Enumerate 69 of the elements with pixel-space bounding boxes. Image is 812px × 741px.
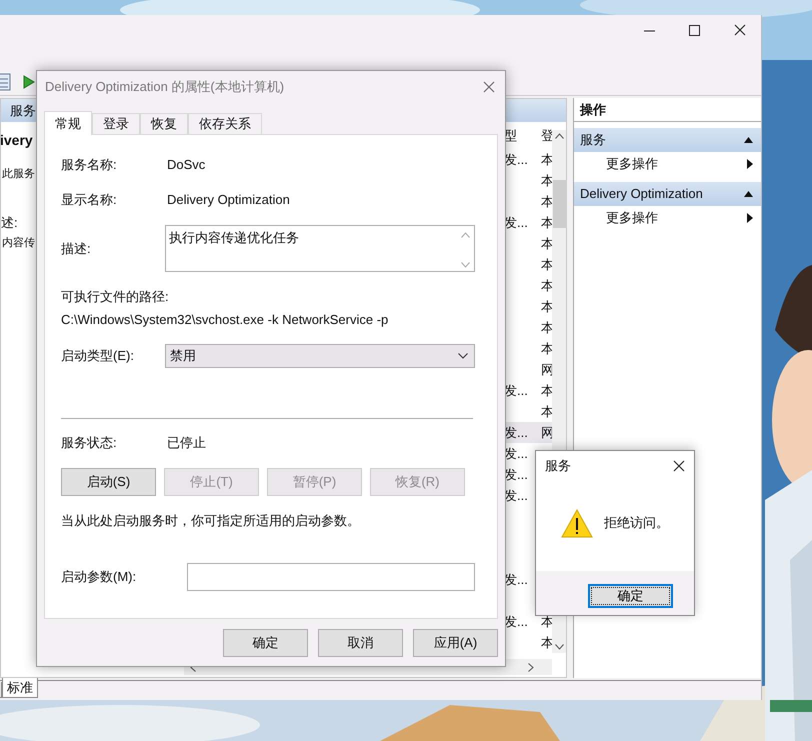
list-cell-text: 本	[541, 256, 552, 274]
maximize-icon[interactable]	[689, 24, 700, 36]
action-item[interactable]: 更多操作	[574, 152, 761, 176]
list-cell-text: 发...	[504, 612, 529, 631]
chevron-down-icon	[458, 353, 468, 359]
description-text: 内容传	[2, 236, 35, 251]
section-title: 服务	[580, 131, 606, 150]
scroll-down-icon[interactable]	[554, 644, 564, 650]
tab[interactable]: 登录	[92, 113, 140, 134]
dialog-title: Delivery Optimization 的属性(本地计算机)	[45, 78, 284, 96]
ok-button[interactable]: 确定	[588, 584, 673, 608]
close-icon[interactable]	[734, 24, 746, 36]
description-label: 述:	[1, 214, 18, 232]
field-label: 服务状态:	[61, 434, 118, 452]
alert-message: 拒绝访问。	[604, 514, 669, 532]
list-cell-text: 本	[541, 150, 552, 169]
list-cell-text: 本	[541, 402, 552, 421]
list-cell-text: 本	[541, 172, 552, 190]
dialog-button[interactable]: 确定	[223, 629, 308, 657]
tab[interactable]: 恢复	[140, 113, 188, 134]
field-label: 描述:	[61, 240, 92, 258]
path-value: C:\Windows\System32\svchost.exe -k NetworkService -p	[61, 310, 388, 329]
submenu-arrow-icon	[747, 213, 753, 223]
close-icon[interactable]	[673, 460, 685, 472]
status-value: 已停止	[167, 434, 206, 452]
list-cell-text: 发...	[504, 444, 529, 463]
list-cell-text: 本	[541, 276, 552, 295]
field-label: 可执行文件的路径:	[61, 288, 169, 306]
submenu-arrow-icon	[747, 159, 753, 169]
actions-title: 操作	[580, 100, 606, 119]
pane-header: 服务	[10, 102, 36, 120]
list-cell-text: 发...	[504, 570, 529, 589]
tab[interactable]: 依存关系	[188, 113, 262, 134]
list-view-icon[interactable]	[0, 72, 11, 90]
section-title: Delivery Optimization	[580, 185, 703, 204]
list-cell-text: 本	[541, 382, 552, 400]
dialog-button[interactable]: 取消	[318, 629, 403, 657]
field-label: 显示名称:	[61, 190, 118, 208]
list-cell-text: 发...	[504, 486, 529, 505]
stop-service-link[interactable]: 此服务	[2, 166, 35, 182]
warning-icon	[561, 508, 593, 538]
collapse-icon[interactable]	[744, 137, 753, 143]
field-value: DoSvc	[167, 156, 206, 174]
tab[interactable]: 常规	[44, 111, 92, 135]
startup-type-select[interactable]: 禁用	[165, 344, 475, 368]
scrollbar-thumb[interactable]	[553, 180, 567, 228]
list-cell-text: 发...	[504, 150, 529, 169]
field-label: 启动类型(E):	[61, 347, 135, 366]
alert-title: 服务	[545, 457, 571, 476]
hint-text: 当从此处启动服务时，你可指定所适用的启动参数。	[61, 512, 360, 530]
field-label: 启动参数(M):	[61, 568, 138, 586]
scroll-right-icon[interactable]	[528, 662, 534, 672]
view-tab[interactable]: 标准	[2, 678, 38, 698]
list-cell-text: 发...	[504, 214, 529, 232]
service-button[interactable]: 启动(S)	[61, 468, 156, 496]
list-cell-text: 发...	[504, 424, 529, 442]
field-value: Delivery Optimization	[167, 190, 290, 209]
list-cell-text: 本	[541, 298, 552, 316]
list-cell-text: 本	[541, 214, 552, 232]
list-cell-text: 发...	[504, 382, 529, 400]
action-item[interactable]: 更多操作	[574, 206, 761, 230]
collapse-icon[interactable]	[744, 191, 753, 197]
dialog-button[interactable]: 应用(A)	[413, 629, 498, 657]
start-parameters-field[interactable]	[187, 563, 475, 591]
service-name: ivery	[0, 131, 33, 150]
action-section-header[interactable]: 服务	[574, 128, 761, 152]
action-section-header[interactable]: Delivery Optimization	[574, 182, 761, 206]
scroll-up-icon[interactable]	[554, 133, 564, 139]
field-label: 服务名称:	[61, 156, 118, 174]
